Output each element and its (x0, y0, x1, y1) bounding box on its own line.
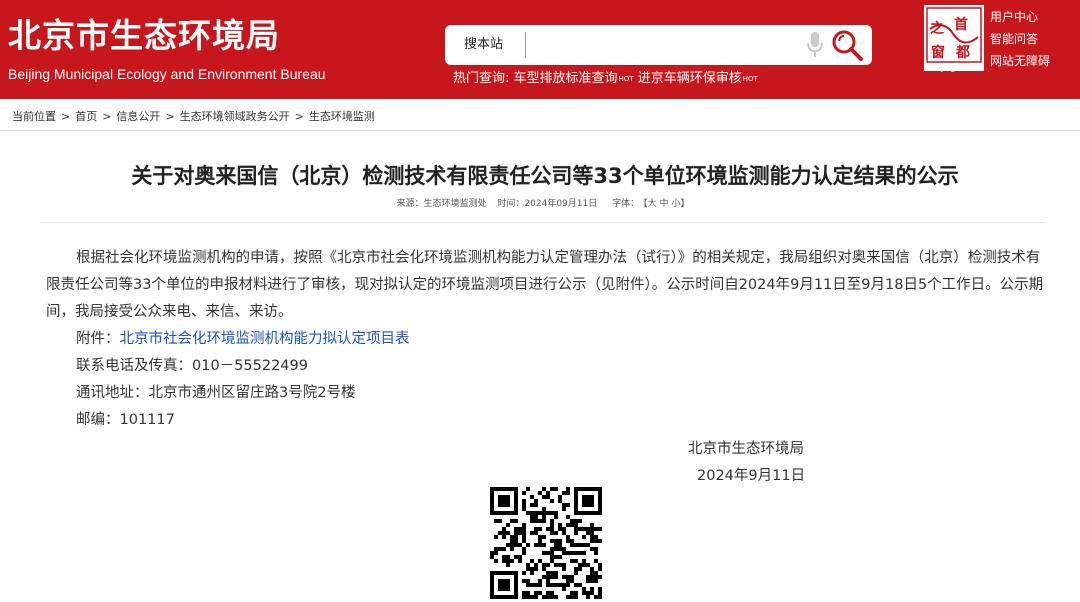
divider (0, 130, 1080, 131)
article-title: 关于对奥来国信（北京）检测技术有限责任公司等33个单位环境监测能力认定结果的公示 (131, 164, 959, 188)
logo-char: 之 (930, 20, 944, 37)
logo-char: 都 (955, 45, 970, 61)
site-title[interactable]: 北京市生态环境局 (8, 16, 280, 56)
contact-phone: 联系电话及传真：010－55522499 (76, 358, 308, 374)
breadcrumb-gov-affairs[interactable]: 生态环境领域政务公开 (180, 110, 290, 123)
breadcrumb-monitoring[interactable]: 生态环境监测 (309, 110, 375, 123)
hot-badge: HOT (742, 75, 758, 83)
article-body: 根据社会化环境监测机构的申请，按照《北京市社会化环境监测机构能力认定管理办法（试… (46, 245, 1048, 434)
font-size-label: 字体： (612, 199, 640, 209)
search-icon[interactable] (830, 28, 866, 62)
font-size-control: 字体： 【大 中 小】 (612, 199, 690, 209)
breadcrumb-current-label: 当前位置 (12, 110, 56, 123)
breadcrumb-separator: > (102, 110, 112, 123)
contact-address: 通讯地址：北京市通州区留庄路3号院2号楼 (76, 385, 356, 401)
signature: 北京市生态环境局 (688, 441, 804, 457)
attachment-line: 附件：北京市社会化环境监测机构能力拟认定项目表 (46, 326, 1048, 353)
font-size-small[interactable]: 小 (671, 199, 680, 209)
accessibility-link[interactable]: 网站无障碍 (990, 50, 1070, 72)
logo-char: 首 (954, 16, 968, 33)
attachment-link[interactable]: 北京市社会化环境监测机构能力拟认定项目表 (120, 331, 410, 347)
attachment-label: 附件： (76, 331, 120, 347)
microphone-icon[interactable] (806, 31, 824, 59)
smart-qa-link[interactable]: 智能问答 (990, 28, 1070, 50)
breadcrumb-info-public[interactable]: 信息公开 (116, 110, 160, 123)
logo-char: 窗 (931, 44, 945, 61)
article-paragraph: 根据社会化环境监测机构的申请，按照《北京市社会化环境监测机构能力认定管理办法（试… (46, 250, 1044, 320)
site-header: 北京市生态环境局 Beijing Municipal Ecology and E… (0, 0, 1080, 99)
hot-queries-label: 热门查询: (453, 71, 510, 86)
breadcrumb-separator: > (294, 110, 304, 123)
logo-caption: Beijing-China (928, 62, 982, 72)
signature-date: 2024年9月11日 (697, 468, 806, 484)
search-input[interactable] (525, 32, 795, 58)
breadcrumb-separator: > (61, 110, 71, 123)
site-subtitle: Beijing Municipal Ecology and Environmen… (8, 66, 326, 82)
font-size-medium[interactable]: 中 (660, 199, 669, 209)
font-size-large[interactable]: 大 (648, 199, 657, 209)
search-scope-label[interactable]: 搜本站 (464, 36, 503, 54)
article-time: 时间：2024年09月11日 (497, 199, 598, 209)
hot-query-emission-standard[interactable]: 车型排放标准查询HOT (514, 71, 634, 86)
breadcrumb-home[interactable]: 首页 (75, 110, 97, 123)
article-meta: 来源：生态环境监测处 时间：2024年09月11日 字体： 【大 中 小】 (0, 197, 1080, 211)
hot-queries: 热门查询: 车型排放标准查询HOT 进京车辆环保审核HOT (453, 70, 758, 88)
hot-badge: HOT (618, 75, 634, 83)
divider (40, 222, 1046, 223)
qr-code-icon (490, 487, 602, 599)
article-source: 来源：生态环境监测处 (396, 199, 487, 209)
breadcrumb: 当前位置 > 首页 > 信息公开 > 生态环境领域政务公开 > 生态环境监测 (12, 109, 375, 125)
user-center-link[interactable]: 用户中心 (990, 6, 1070, 28)
postcode: 邮编：101117 (76, 412, 175, 428)
utility-links: 用户中心 智能问答 网站无障碍 (990, 6, 1070, 72)
hot-query-vehicle-review[interactable]: 进京车辆环保审核HOT (638, 71, 758, 86)
breadcrumb-separator: > (165, 110, 175, 123)
